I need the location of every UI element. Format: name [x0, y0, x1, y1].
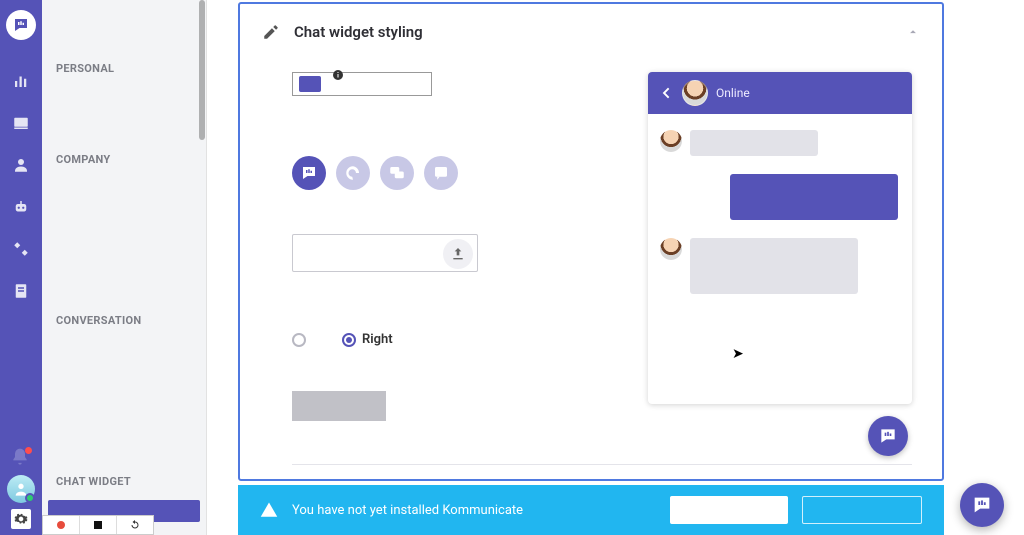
back-icon[interactable] [658, 85, 674, 101]
position-right-label: Right [362, 332, 393, 347]
message-avatar [660, 238, 682, 260]
icon-rail [0, 0, 42, 535]
install-banner-text: You have not yet installed Kommunicate [292, 503, 523, 518]
panel-title: Chat widget styling [294, 23, 423, 41]
sidebar-section-company: COMPANY [42, 135, 206, 176]
current-user-avatar[interactable] [7, 475, 35, 503]
nav-integrations-icon[interactable] [10, 238, 32, 260]
stop-button[interactable] [80, 516, 117, 534]
color-input[interactable] [292, 72, 432, 96]
nav-conversations-icon[interactable] [10, 112, 32, 134]
warning-icon [260, 501, 292, 519]
install-banner: You have not yet installed Kommunicate [238, 485, 944, 535]
custom-icon-upload[interactable] [292, 234, 478, 272]
sidebar-section-conversation: CONVERSATION [42, 296, 206, 337]
nav-analytics-icon[interactable] [10, 70, 32, 92]
incoming-message [660, 130, 900, 156]
widget-position-group: Right [292, 332, 572, 347]
nav-bot-icon[interactable] [10, 196, 32, 218]
primary-color-field [292, 72, 572, 96]
panel-divider [292, 464, 912, 465]
dismiss-button[interactable] [802, 496, 922, 524]
chat-widget-styling-panel: Chat widget styling [238, 2, 944, 481]
upload-icon[interactable] [443, 239, 473, 269]
position-left-radio[interactable] [292, 333, 306, 347]
position-right-radio[interactable]: Right [342, 332, 393, 347]
outgoing-bubble [730, 174, 898, 220]
page-chat-launcher[interactable] [960, 483, 1004, 527]
launcher-icon-option-4[interactable] [424, 156, 458, 190]
record-button[interactable] [43, 516, 80, 534]
launcher-icon-options [292, 156, 572, 190]
incoming-bubble [690, 130, 818, 156]
launcher-icon-option-2[interactable] [336, 156, 370, 190]
nav-docs-icon[interactable] [10, 280, 32, 302]
presence-indicator [25, 493, 35, 503]
agent-status: Online [716, 86, 750, 100]
incoming-message-2 [660, 238, 900, 294]
agent-avatar [682, 80, 708, 106]
sidebar-scrollbar[interactable] [199, 0, 205, 140]
preview-launcher-bubble[interactable] [868, 416, 908, 456]
nav-users-icon[interactable] [10, 154, 32, 176]
sidebar-section-chat-widget: CHAT WIDGET [42, 457, 206, 498]
chat-widget-preview: Online ➤ [648, 72, 912, 404]
color-swatch [299, 76, 321, 92]
info-icon[interactable] [332, 69, 344, 81]
pencil-icon [262, 23, 294, 41]
cursor-icon: ➤ [732, 346, 744, 362]
notification-badge [25, 447, 32, 454]
main-content: Chat widget styling [207, 0, 1024, 535]
sidebar-section-personal: PERSONAL [42, 44, 206, 85]
launcher-icon-option-1[interactable] [292, 156, 326, 190]
notifications-icon[interactable] [10, 447, 32, 469]
brand-logo[interactable] [6, 10, 36, 40]
incoming-bubble-large [690, 238, 858, 294]
save-placeholder-button[interactable] [292, 391, 386, 421]
restart-button[interactable] [117, 516, 153, 534]
install-button[interactable] [670, 496, 788, 524]
screen-record-toolbar [42, 515, 154, 535]
collapse-toggle[interactable] [906, 25, 920, 39]
settings-icon[interactable] [11, 509, 31, 529]
message-avatar [660, 130, 682, 152]
launcher-icon-option-3[interactable] [380, 156, 414, 190]
settings-sidebar: PERSONAL COMPANY CONVERSATION CHAT WIDGE… [42, 0, 207, 535]
